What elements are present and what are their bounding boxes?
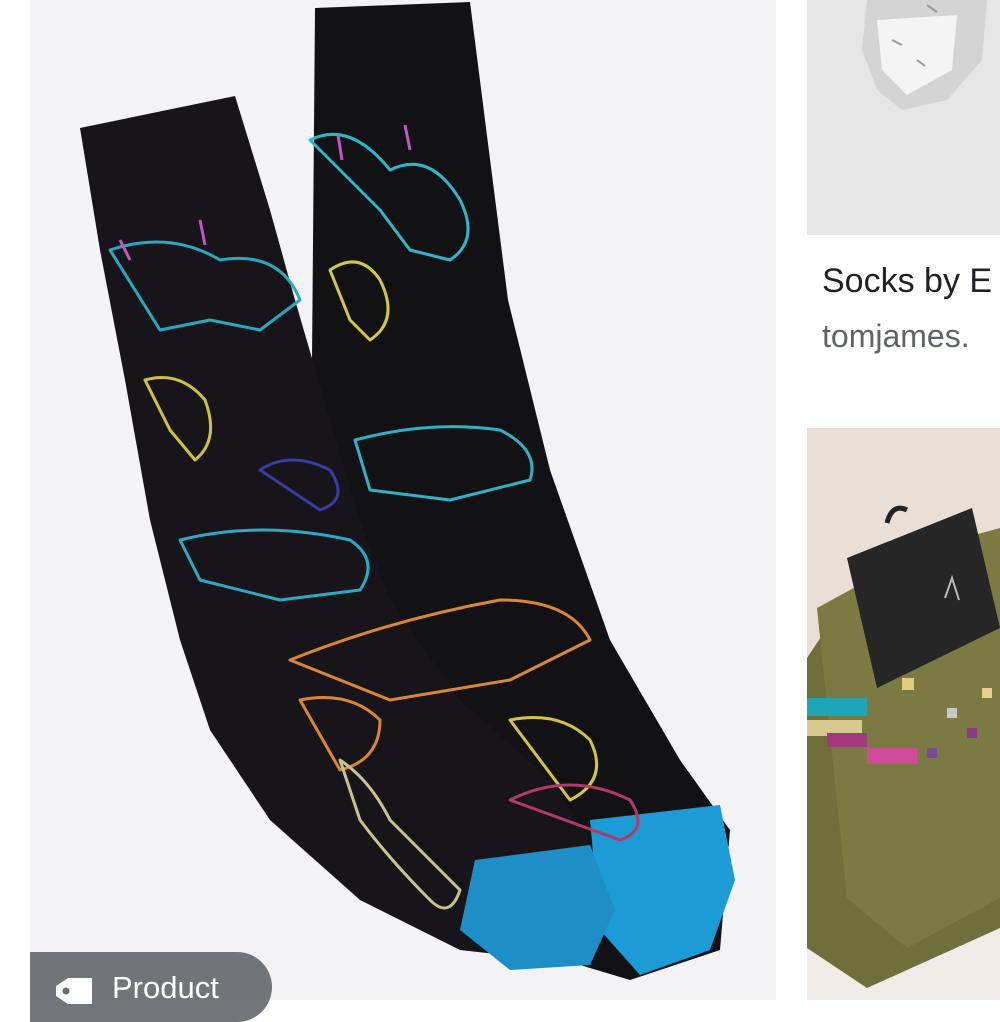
sock-package-image [807,428,1000,1000]
main-result-image[interactable] [30,0,776,1000]
tag-icon [56,978,92,1004]
wall-texture-image [807,0,1000,235]
product-badge: Product [30,952,272,1022]
side-result-source[interactable]: tomjames. [822,318,970,355]
side-result-image-top[interactable] [807,0,1000,235]
side-result-image-bottom[interactable] [807,428,1000,1000]
product-badge-label: Product [112,970,219,1005]
sock-pair-illustration [80,2,735,980]
side-result-title[interactable]: Socks by E [822,262,992,301]
